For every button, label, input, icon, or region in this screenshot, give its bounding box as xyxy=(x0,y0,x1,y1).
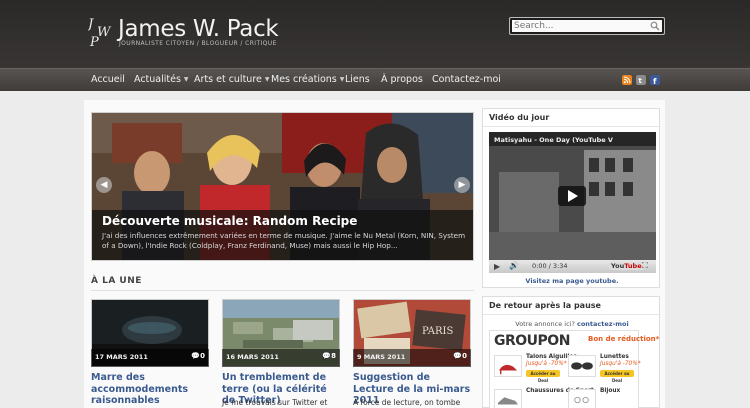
comment-icon: 💬 xyxy=(322,352,332,360)
twitter-icon[interactable]: t xyxy=(636,75,646,85)
article-meta: 17 MARS 2011 💬0 xyxy=(91,349,209,367)
article-card: 17 MARS 2011 💬0 Marre des accommodements… xyxy=(91,299,209,408)
svg-text:J: J xyxy=(88,17,94,32)
deal-item[interactable]: Lunettes Jusqu'à -70%* Accéder au Deal xyxy=(566,353,641,385)
article-excerpt: Je me trouvais sur Twitter et xyxy=(222,398,328,407)
comment-count[interactable]: 💬8 xyxy=(322,352,336,360)
chevron-down-icon: ▼ xyxy=(264,76,270,83)
slide-caption: Découverte musicale: Random Recipe J'ai … xyxy=(92,210,473,260)
site-header: J W P James W. Pack JOURNALISTE CITOYEN … xyxy=(0,0,750,68)
video-time: 0:00 / 3:34 xyxy=(532,262,568,270)
slide-title[interactable]: Découverte musicale: Random Recipe xyxy=(102,214,357,228)
deal-name: Bijoux xyxy=(600,388,621,394)
search-input[interactable] xyxy=(514,19,644,33)
nav-item-actualites[interactable]: Actualités ▼ xyxy=(134,74,189,85)
nav-item-a-propos[interactable]: À propos xyxy=(381,74,423,85)
article-meta: 9 MARS 2011 💬0 xyxy=(353,349,471,367)
svg-text:P: P xyxy=(89,35,99,48)
site-tagline: JOURNALISTE CITOYEN / BLOGUEUR / CRITIQU… xyxy=(119,40,277,47)
nav-item-contactez-moi[interactable]: Contactez-moi xyxy=(432,74,501,85)
groupon-tagline: Bon de réduction* xyxy=(588,335,660,343)
divider xyxy=(483,314,659,315)
deal-item[interactable]: Chaussures de Sport xyxy=(492,387,594,408)
deal-button[interactable]: Accéder au Deal xyxy=(526,370,560,383)
contact-link[interactable]: contactez-moi xyxy=(577,320,629,328)
divider xyxy=(91,290,474,291)
ad-widget: De retour après la pause Votre annonce i… xyxy=(482,296,660,408)
article-excerpt: À force de lecture, on tombe xyxy=(353,398,461,407)
section-heading: À LA UNE xyxy=(91,276,142,286)
comment-icon: 💬 xyxy=(191,352,201,360)
article-date: 16 MARS 2011 xyxy=(226,353,279,361)
article-meta: 16 MARS 2011 💬8 xyxy=(222,349,340,367)
widget-title: Vidéo du jour xyxy=(489,113,550,122)
slider-prev-button[interactable]: ◀ xyxy=(96,177,112,193)
article-card: 16 MARS 2011 💬8 Un tremblement de terre … xyxy=(222,299,340,408)
sneaker-icon xyxy=(494,389,522,408)
article-date: 9 MARS 2011 xyxy=(357,353,406,361)
rss-icon[interactable] xyxy=(622,75,632,85)
chevron-down-icon: ▼ xyxy=(183,76,189,83)
groupon-logo: GROUPON xyxy=(494,333,570,349)
nav-item-mes-creations[interactable]: Mes créations ▼ xyxy=(271,74,344,85)
article-card: PARIS 9 MARS 2011 💬0 Suggestion de Lectu… xyxy=(353,299,471,408)
youtube-page-link[interactable]: Visitez ma page youtube. xyxy=(483,277,661,285)
comment-icon: 💬 xyxy=(453,352,463,360)
svg-text:PARIS: PARIS xyxy=(422,326,454,337)
video-player[interactable]: Matisyahu - One Day (YouTube V xyxy=(489,132,656,262)
nav-item-accueil[interactable]: Accueil xyxy=(91,74,125,85)
comment-count[interactable]: 💬0 xyxy=(453,352,467,360)
comment-count[interactable]: 💬0 xyxy=(191,352,205,360)
nav-item-arts-et-culture[interactable]: Arts et culture ▼ xyxy=(194,74,269,85)
video-controls: ▶ 🔊 0:00 / 3:34 YouTube ⛶ xyxy=(489,260,656,273)
video-title[interactable]: Matisyahu - One Day (YouTube V xyxy=(494,136,613,144)
divider xyxy=(483,126,659,127)
deal-item[interactable]: Talons Aiguilles Jusqu'à -70%* Accéder a… xyxy=(492,353,577,385)
deal-button[interactable]: Accéder au Deal xyxy=(600,370,634,383)
site-title[interactable]: James W. Pack xyxy=(118,16,279,42)
search-box xyxy=(509,17,665,35)
nav-item-liens[interactable]: Liens xyxy=(345,74,370,85)
jwp-logo-icon[interactable]: J W P xyxy=(88,14,116,48)
facebook-icon[interactable]: f xyxy=(650,75,660,85)
chevron-down-icon: ▼ xyxy=(339,76,345,83)
widget-title: De retour après la pause xyxy=(489,301,601,310)
ad-prompt: Votre annonce ici? contactez-moi xyxy=(515,320,629,328)
slide-excerpt: J'ai des influences extrêmement variées … xyxy=(102,231,466,250)
deal-item[interactable]: Bijoux xyxy=(566,387,638,408)
jewelry-icon xyxy=(568,389,596,408)
video-widget: Vidéo du jour Matisyahu - One Day (YouTu… xyxy=(482,108,660,288)
sunglasses-icon xyxy=(568,355,596,377)
deal-name: Lunettes xyxy=(600,354,629,360)
volume-icon[interactable]: 🔊 xyxy=(509,261,519,270)
high-heels-icon xyxy=(494,355,522,377)
article-date: 17 MARS 2011 xyxy=(95,353,148,361)
play-icon[interactable]: ▶ xyxy=(494,262,500,271)
slider-next-button[interactable]: ▶ xyxy=(454,177,470,193)
article-title[interactable]: Marre des accommodements raisonnables xyxy=(91,372,209,407)
deal-discount: Jusqu'à -70%* xyxy=(600,361,641,367)
main-nav: Accueil Actualités ▼ Arts et culture ▼ Mes… xyxy=(0,68,750,91)
search-icon[interactable] xyxy=(650,21,660,31)
featured-slider[interactable]: ◀ ▶ Découverte musicale: Random Recipe J… xyxy=(91,112,474,261)
svg-text:f: f xyxy=(653,77,657,85)
fullscreen-icon[interactable]: ⛶ xyxy=(642,261,648,271)
deal-discount: Jusqu'à -70%* xyxy=(526,361,567,367)
svg-text:W: W xyxy=(97,25,112,40)
groupon-ad[interactable]: GROUPON Bon de réduction* Talons Aiguill… xyxy=(489,330,659,408)
youtube-logo-icon[interactable]: YouTube xyxy=(609,262,644,270)
